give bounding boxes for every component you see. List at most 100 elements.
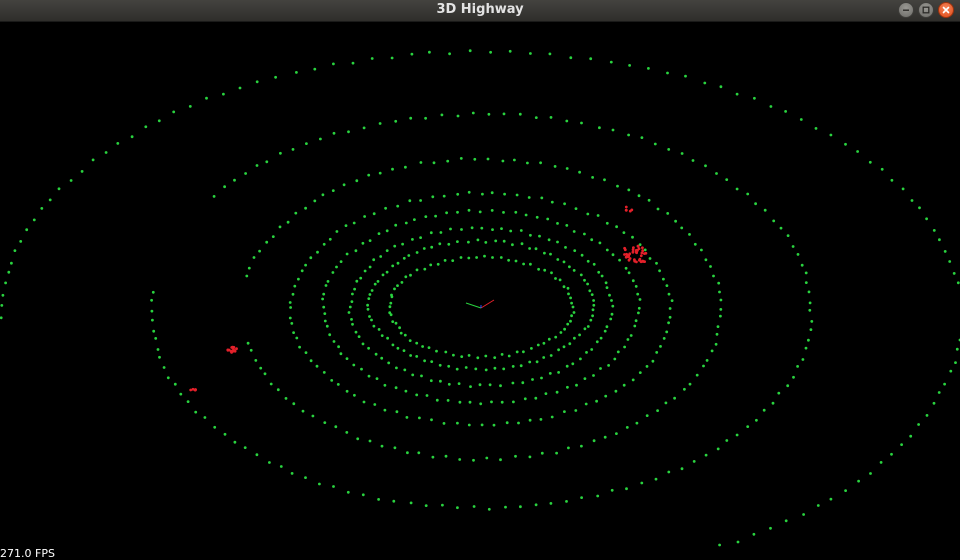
road-point	[534, 396, 538, 400]
road-point	[347, 130, 350, 134]
road-point	[447, 242, 451, 246]
road-point	[351, 61, 355, 65]
road-point	[428, 50, 431, 54]
road-point	[656, 207, 660, 211]
road-point	[334, 425, 338, 429]
road-point	[451, 259, 455, 262]
road-point	[331, 271, 335, 274]
road-point	[557, 348, 560, 352]
road-point	[419, 236, 422, 240]
road-point	[254, 359, 258, 362]
minimize-button[interactable]	[898, 2, 914, 18]
title-bar[interactable]: 3D Highway	[0, 0, 960, 22]
road-point	[603, 435, 607, 439]
road-point	[512, 400, 515, 404]
obstacle-point	[630, 208, 634, 212]
road-point	[528, 360, 532, 364]
road-point	[363, 215, 366, 218]
road-point	[456, 210, 459, 214]
road-point	[80, 170, 84, 173]
road-point	[631, 279, 635, 283]
road-point	[383, 383, 387, 387]
road-point	[456, 421, 459, 425]
road-point	[808, 308, 812, 312]
road-point	[393, 446, 397, 450]
road-point	[542, 341, 546, 345]
road-point	[324, 284, 328, 287]
maximize-button[interactable]	[918, 2, 934, 18]
road-point	[442, 422, 446, 425]
road-point	[670, 299, 674, 302]
road-point	[435, 349, 438, 353]
road-point	[684, 74, 687, 78]
road-point	[522, 350, 525, 354]
road-point	[493, 356, 497, 359]
road-point	[637, 311, 640, 315]
road-point	[565, 224, 569, 227]
road-point	[290, 472, 294, 475]
road-point	[339, 260, 343, 263]
road-point	[578, 333, 581, 337]
road-point	[372, 324, 376, 328]
road-point	[484, 354, 488, 358]
obstacle-point	[235, 347, 238, 351]
road-point	[890, 452, 893, 456]
road-point	[345, 252, 349, 256]
road-point	[500, 353, 504, 356]
road-point	[356, 437, 360, 441]
road-point	[233, 178, 236, 182]
road-point	[460, 228, 463, 231]
road-point	[580, 444, 583, 448]
road-point	[636, 292, 640, 296]
road-point	[615, 432, 618, 435]
road-point	[809, 328, 813, 331]
road-point	[691, 159, 695, 162]
road-point	[511, 381, 515, 385]
road-point	[488, 383, 492, 387]
road-point	[467, 256, 471, 260]
road-point	[559, 331, 563, 334]
road-point	[323, 421, 327, 424]
x-axis-line	[480, 299, 495, 309]
road-point	[355, 279, 359, 283]
road-point	[937, 391, 941, 394]
road-point	[667, 470, 671, 474]
road-point	[278, 225, 282, 229]
road-point	[634, 319, 638, 323]
road-point	[869, 472, 872, 475]
road-point	[297, 277, 300, 281]
road-point	[580, 496, 583, 499]
3d-viewport[interactable]: 271.0 FPS	[0, 22, 960, 560]
road-point	[398, 326, 401, 330]
road-point	[354, 330, 358, 334]
road-point	[415, 268, 419, 272]
road-point	[298, 345, 301, 349]
close-button[interactable]	[938, 2, 954, 18]
road-point	[505, 421, 509, 425]
road-point	[752, 532, 756, 536]
road-point	[603, 178, 606, 182]
road-point	[429, 379, 433, 383]
road-point	[385, 249, 389, 253]
road-point	[368, 293, 372, 296]
road-point	[436, 262, 440, 266]
road-point	[150, 309, 154, 313]
road-point	[611, 304, 615, 308]
road-point	[0, 316, 3, 320]
road-point	[421, 345, 424, 348]
road-point	[487, 507, 491, 511]
road-point	[549, 502, 553, 505]
road-point	[763, 208, 767, 212]
road-point	[542, 356, 546, 359]
road-point	[370, 289, 374, 292]
road-point	[339, 352, 343, 356]
road-point	[173, 382, 177, 386]
road-point	[326, 280, 330, 283]
road-point	[547, 337, 551, 341]
road-point	[252, 256, 256, 259]
road-point	[662, 277, 665, 281]
road-point	[243, 446, 247, 449]
road-point	[664, 401, 668, 405]
road-point	[222, 92, 225, 96]
road-point	[609, 317, 613, 321]
